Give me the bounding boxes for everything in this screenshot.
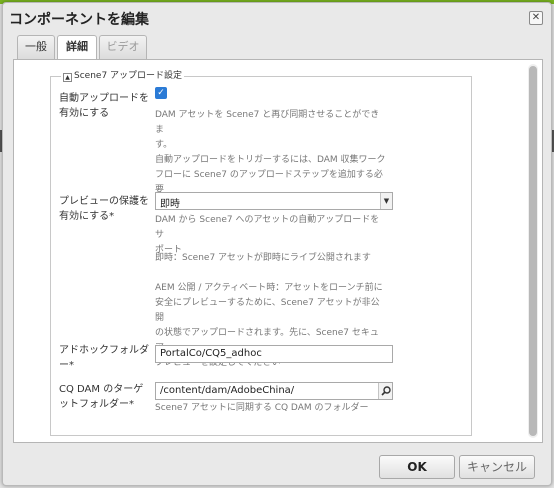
tab-general[interactable]: 一般 <box>17 35 55 59</box>
tab-panel-advanced: ▲ Scene7 アップロード設定 自動アップロードを 有効にする ✓ DAM ア… <box>13 59 543 443</box>
scrollbar-thumb[interactable] <box>529 66 537 436</box>
preview-protection-select[interactable]: 即時 ▼ <box>155 192 393 210</box>
help-line: AEM 公開 / アクティベート時：アセットをローンチ前に <box>155 283 383 293</box>
section-header[interactable]: ▲ Scene7 アップロード設定 <box>61 70 185 82</box>
scene7-upload-settings-section: ▲ Scene7 アップロード設定 自動アップロードを 有効にする ✓ DAM ア… <box>50 70 472 436</box>
label-line: ー* <box>59 360 74 371</box>
auto-upload-label: 自動アップロードを 有効にする <box>59 91 149 121</box>
adhoc-folder-input[interactable]: PortalCo/CQ5_adhoc <box>155 345 393 363</box>
target-folder-help: Scene7 アセットに同期する CQ DAM のフォルダー <box>155 403 369 413</box>
label-line: CQ DAM のターゲ <box>59 384 144 395</box>
dialog-title: コンポーネントを編集 <box>9 12 149 28</box>
label-line: 有効にする <box>59 108 110 119</box>
cancel-button[interactable]: キャンセル <box>459 455 535 479</box>
section-title: Scene7 アップロード設定 <box>74 71 183 81</box>
help-line: DAM から Scene7 へのアセットの自動アップロードをサ <box>155 215 380 240</box>
selected-value: 即時 <box>160 199 180 210</box>
search-icon[interactable] <box>378 383 392 399</box>
tab-advanced[interactable]: 詳細 <box>57 35 97 60</box>
close-icon[interactable]: ✕ <box>529 11 543 25</box>
help-line: 安全にプレビューするために、Scene7 アセットが非公開 <box>155 298 380 323</box>
tab-video[interactable]: ビデオ <box>99 35 147 59</box>
auto-upload-checkbox[interactable]: ✓ <box>155 87 167 99</box>
dialog-titlebar[interactable]: コンポーネントを編集 ✕ <box>3 3 551 31</box>
target-folder-label: CQ DAM のターゲ ットフォルダー* <box>59 382 149 412</box>
target-folder-input[interactable]: /content/dam/AdobeChina/ <box>155 382 393 400</box>
target-folder-value: /content/dam/AdobeChina/ <box>160 385 295 396</box>
label-line: 有効にする* <box>59 211 115 222</box>
label-line: プレビューの保護を <box>59 196 149 207</box>
label-line: 自動アップロードを <box>59 93 149 104</box>
ok-button[interactable]: OK <box>379 455 455 479</box>
label-line: アドホックフォルダ <box>59 345 149 356</box>
collapse-triangle-icon[interactable]: ▲ <box>63 73 72 82</box>
preview-protection-immediate-help: 即時：Scene7 アセットが即時にライブ公開されます <box>155 253 371 263</box>
scrollbar[interactable] <box>528 64 538 438</box>
preview-protection-label: プレビューの保護を 有効にする* <box>59 194 149 224</box>
help-line: DAM アセットを Scene7 と再び同期させることができま <box>155 110 380 135</box>
help-line: す。 <box>155 140 173 150</box>
edit-component-dialog: コンポーネントを編集 ✕ 一般 詳細 ビデオ ▲ Scene7 アップロード設定 … <box>2 2 552 486</box>
chevron-down-icon[interactable]: ▼ <box>380 193 392 209</box>
help-line: 自動アップロードをトリガーするには、DAM 収集ワーク <box>155 155 386 165</box>
label-line: ットフォルダー* <box>59 399 134 410</box>
adhoc-folder-label: アドホックフォルダ ー* <box>59 343 149 373</box>
